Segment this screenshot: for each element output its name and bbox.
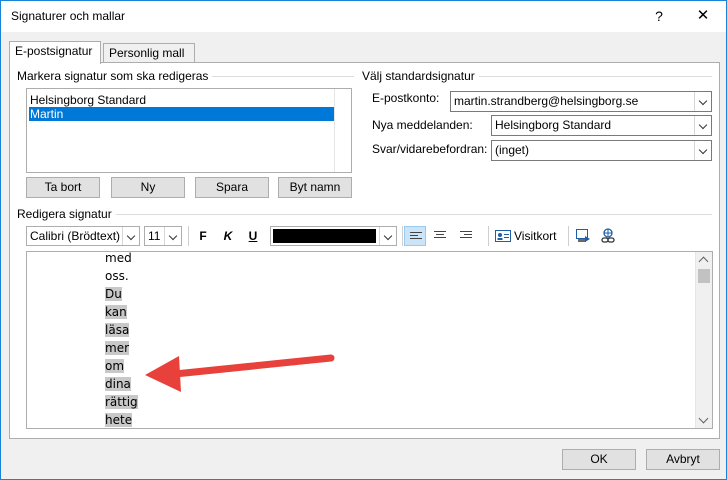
chevron-down-icon[interactable] (694, 92, 711, 111)
align-right-icon (460, 231, 472, 241)
list-item[interactable]: Helsingborg Standard (29, 93, 335, 107)
tab-personlig-mall[interactable]: Personlig mall (103, 43, 195, 63)
help-button[interactable]: ? (641, 3, 677, 31)
editor-line: kan (105, 305, 127, 319)
scroll-thumb[interactable] (698, 269, 710, 283)
delete-button[interactable]: Ta bort (26, 177, 100, 198)
align-right-button[interactable] (455, 226, 477, 246)
editor-line: om (105, 359, 125, 373)
editor-line: dina (105, 377, 131, 391)
list-scrollbar[interactable] (334, 89, 351, 172)
business-card-button[interactable]: Visitkort (493, 226, 565, 246)
chevron-down-icon[interactable] (122, 227, 139, 245)
picture-icon (576, 229, 590, 242)
rename-button[interactable]: Byt namn (278, 177, 352, 198)
color-swatch (273, 229, 376, 243)
toolbar-separator (568, 226, 569, 246)
group-divider (18, 214, 712, 215)
align-left-icon (410, 232, 422, 242)
business-card-label: Visitkort (514, 229, 557, 243)
account-label: E-postkonto: (372, 91, 440, 105)
font-name-value: Calibri (Brödtext) (30, 229, 121, 243)
insert-picture-button[interactable] (572, 226, 594, 246)
editor-line: rättig (105, 395, 138, 409)
editor-group-label: Redigera signatur (17, 207, 116, 221)
account-value: martin.strandberg@helsingborg.se (454, 94, 639, 108)
new-messages-select[interactable]: Helsingborg Standard (491, 115, 712, 136)
editor-line: Du (105, 287, 122, 301)
align-center-button[interactable] (429, 226, 451, 246)
cancel-button[interactable]: Avbryt (646, 449, 720, 470)
close-button[interactable]: ✕ (683, 3, 723, 31)
toolbar-separator (402, 226, 403, 246)
chevron-down-icon[interactable] (379, 227, 396, 245)
chevron-down-icon[interactable] (164, 227, 181, 245)
default-group-label: Välj standardsignatur (362, 69, 479, 83)
scroll-up-icon[interactable] (698, 256, 709, 267)
toolbar-separator (488, 226, 489, 246)
editor-scrollbar[interactable] (695, 252, 712, 428)
align-left-button[interactable] (404, 226, 426, 246)
new-button[interactable]: Ny (111, 177, 185, 198)
chevron-down-icon[interactable] (694, 141, 711, 160)
editor-line: oss. (105, 269, 129, 283)
editor-line: läsa (105, 323, 130, 337)
font-size-value: 11 (148, 229, 161, 243)
underline-button[interactable]: U (242, 226, 264, 246)
reply-value: (inget) (495, 143, 530, 157)
reply-label: Svar/vidarebefordran: (372, 142, 488, 156)
signature-list[interactable]: Helsingborg Standard Martin (26, 88, 352, 173)
signatures-dialog: Signaturer och mallar ? ✕ E-postsignatur… (0, 0, 727, 480)
window-title: Signaturer och mallar (11, 9, 126, 23)
toolbar-separator (188, 226, 189, 246)
editor-line: hete (105, 413, 133, 427)
red-arrow-annotation (145, 354, 335, 392)
title-bar: Signaturer och mallar ? ✕ (1, 1, 726, 32)
new-messages-value: Helsingborg Standard (495, 118, 612, 132)
account-select[interactable]: martin.strandberg@helsingborg.se (450, 91, 712, 112)
scroll-down-icon[interactable] (698, 413, 709, 424)
font-color-select[interactable] (270, 226, 397, 246)
ok-button[interactable]: OK (562, 449, 636, 470)
align-center-icon (434, 231, 446, 241)
editor-line: mer (105, 341, 130, 355)
tab-e-postsignatur[interactable]: E-postsignatur (9, 41, 101, 64)
signature-editor[interactable]: med oss. Du kan läsa mer om dina rättig … (26, 251, 713, 429)
bold-button[interactable]: F (192, 226, 214, 246)
business-card-icon (495, 230, 511, 242)
chevron-down-icon[interactable] (694, 116, 711, 135)
link-icon (601, 228, 615, 243)
reply-select[interactable]: (inget) (491, 140, 712, 161)
new-messages-label: Nya meddelanden: (372, 118, 473, 132)
editor-line: med (105, 251, 132, 265)
font-size-select[interactable]: 11 (144, 226, 182, 246)
save-button[interactable]: Spara (195, 177, 269, 198)
list-item-selected[interactable]: Martin (29, 107, 335, 121)
insert-link-button[interactable] (597, 226, 619, 246)
font-name-select[interactable]: Calibri (Brödtext) (26, 226, 140, 246)
italic-button[interactable]: K (217, 226, 239, 246)
edit-group-label: Markera signatur som ska redigeras (17, 69, 213, 83)
tab-panel: Markera signatur som ska redigeras Helsi… (9, 62, 720, 439)
